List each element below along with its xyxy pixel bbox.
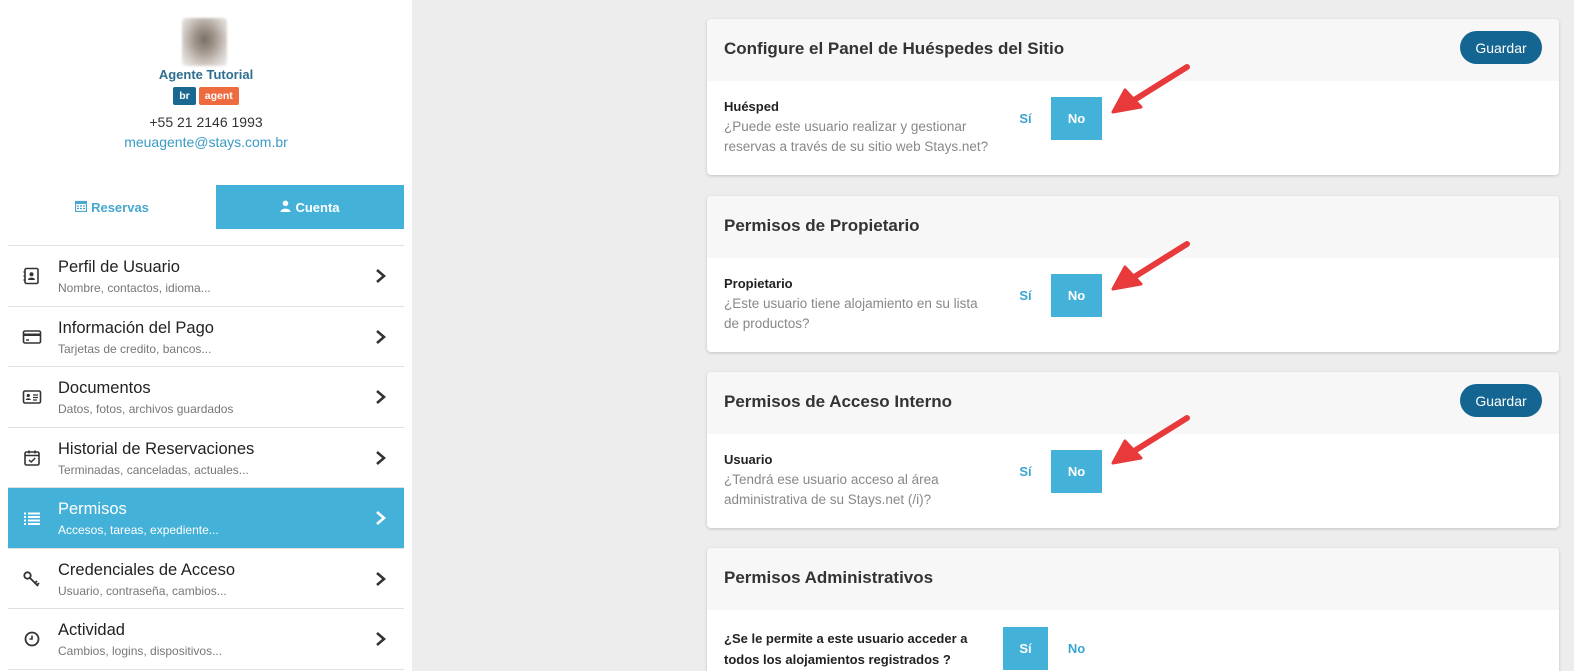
calendar-check-icon bbox=[22, 448, 42, 468]
sidebar-item-subtitle: Datos, fotos, archivos guardados bbox=[58, 402, 234, 416]
sidebar-item-title: Perfil de Usuario bbox=[58, 258, 180, 276]
list-icon bbox=[22, 508, 42, 528]
permission-label: ¿Se le permite a este usuario acceder a … bbox=[724, 631, 968, 667]
sidebar-item-title: Credenciales de Acceso bbox=[58, 560, 236, 579]
card-title: Permisos Administrativos bbox=[724, 568, 934, 587]
tab-cuenta[interactable]: Cuenta bbox=[216, 185, 404, 229]
chevron-right-icon bbox=[374, 387, 388, 407]
avatar[interactable] bbox=[182, 18, 227, 66]
card-administrativos: Permisos Administrativos ¿Se le permite … bbox=[707, 548, 1559, 671]
permission-description: ¿Este usuario tiene alojamiento en su li… bbox=[724, 296, 978, 331]
tab-reservas[interactable]: Reservas bbox=[8, 185, 216, 229]
sidebar-item-permisos[interactable]: Permisos Accesos, tareas, expediente... bbox=[8, 488, 404, 549]
user-icon bbox=[280, 200, 291, 215]
sidebar: Agente Tutorial br agent +55 21 2146 199… bbox=[0, 0, 412, 671]
badge-br: br bbox=[173, 87, 196, 105]
card-title: Permisos de Acceso Interno bbox=[724, 392, 953, 411]
sidebar-item-subtitle: Cambios, logins, dispositivos... bbox=[58, 644, 223, 658]
sidebar-item-subtitle: Terminadas, canceladas, actuales... bbox=[58, 462, 249, 477]
chevron-right-icon bbox=[374, 629, 388, 649]
sidebar-item-actividad[interactable]: Actividad Cambios, logins, dispositivos.… bbox=[8, 609, 404, 670]
sidebar-item-subtitle: Nombre, contactos, idioma... bbox=[58, 281, 211, 295]
annotation-arrow-icon bbox=[1111, 415, 1190, 465]
card-title: Permisos de Propietario bbox=[724, 216, 920, 235]
sidebar-item-credenciales[interactable]: Credenciales de Acceso Usuario, contrase… bbox=[8, 549, 404, 609]
badge-agent: agent bbox=[198, 87, 239, 105]
save-button[interactable]: Guardar bbox=[1460, 31, 1542, 64]
card-title: Configure el Panel de Huéspedes del Siti… bbox=[724, 39, 1065, 58]
sidebar-item-pago[interactable]: Información del Pago Tarjetas de credito… bbox=[8, 307, 404, 367]
calendar-icon bbox=[74, 200, 88, 215]
tab-reservas-label: Reservas bbox=[91, 199, 149, 215]
option-si[interactable]: Sí bbox=[1000, 97, 1051, 140]
key-icon bbox=[22, 569, 42, 589]
permission-label: Propietario bbox=[724, 276, 793, 291]
sidebar-item-title: Actividad bbox=[58, 621, 125, 639]
contact-card-icon bbox=[22, 266, 42, 286]
sidebar-item-title: Documentos bbox=[58, 379, 151, 397]
id-card-icon bbox=[22, 387, 42, 407]
option-no-selected[interactable]: No bbox=[1051, 97, 1102, 140]
annotation-arrow-icon bbox=[1111, 241, 1190, 291]
sidebar-item-subtitle: Usuario, contraseña, cambios... bbox=[58, 583, 227, 598]
sidebar-item-subtitle: Accesos, tareas, expediente... bbox=[58, 523, 219, 537]
annotation-arrow-icon bbox=[1111, 64, 1190, 114]
option-no-selected[interactable]: No bbox=[1051, 274, 1102, 317]
permission-label: Usuario bbox=[724, 452, 773, 467]
badges: br agent bbox=[0, 87, 412, 105]
option-si-selected[interactable]: Sí bbox=[1003, 627, 1048, 670]
account-tabs: Reservas Cuenta bbox=[8, 185, 404, 229]
save-button[interactable]: Guardar bbox=[1460, 384, 1542, 417]
card-header: Permisos Administrativos bbox=[707, 548, 1559, 610]
sidebar-item-historial[interactable]: Historial de Reservaciones Terminadas, c… bbox=[8, 428, 404, 488]
sidebar-item-subtitle: Tarjetas de credito, bancos... bbox=[58, 341, 212, 356]
agent-name: Agente Tutorial bbox=[158, 67, 254, 82]
tab-cuenta-label: Cuenta bbox=[295, 199, 340, 215]
chevron-right-icon bbox=[374, 327, 388, 347]
chevron-right-icon bbox=[374, 266, 388, 286]
sidebar-item-title: Permisos bbox=[58, 500, 127, 518]
chevron-right-icon bbox=[374, 448, 388, 468]
credit-card-icon bbox=[22, 327, 42, 347]
sidebar-item-perfil[interactable]: Perfil de Usuario Nombre, contactos, idi… bbox=[8, 246, 404, 307]
sidebar-item-title: Información del Pago bbox=[58, 318, 214, 337]
permission-description: ¿Puede este usuario realizar y gestionar… bbox=[724, 119, 989, 154]
sidebar-item-title: Historial de Reservaciones bbox=[58, 439, 255, 458]
chevron-right-icon bbox=[374, 508, 388, 528]
option-no-selected[interactable]: No bbox=[1051, 450, 1102, 493]
clock-icon bbox=[22, 629, 42, 649]
email-link[interactable]: meuagente@stays.com.br bbox=[0, 134, 412, 150]
option-si[interactable]: Sí bbox=[1000, 450, 1051, 493]
account-menu: Perfil de Usuario Nombre, contactos, idi… bbox=[8, 245, 404, 670]
permission-label: Huésped bbox=[724, 99, 779, 114]
sidebar-item-documentos[interactable]: Documentos Datos, fotos, archivos guarda… bbox=[8, 367, 404, 428]
option-no[interactable]: No bbox=[1051, 627, 1102, 670]
phone-number: +55 21 2146 1993 bbox=[149, 114, 263, 130]
option-si[interactable]: Sí bbox=[1000, 274, 1051, 317]
chevron-right-icon bbox=[374, 569, 388, 589]
permission-description: ¿Tendrá ese usuario acceso al área admin… bbox=[724, 472, 939, 507]
